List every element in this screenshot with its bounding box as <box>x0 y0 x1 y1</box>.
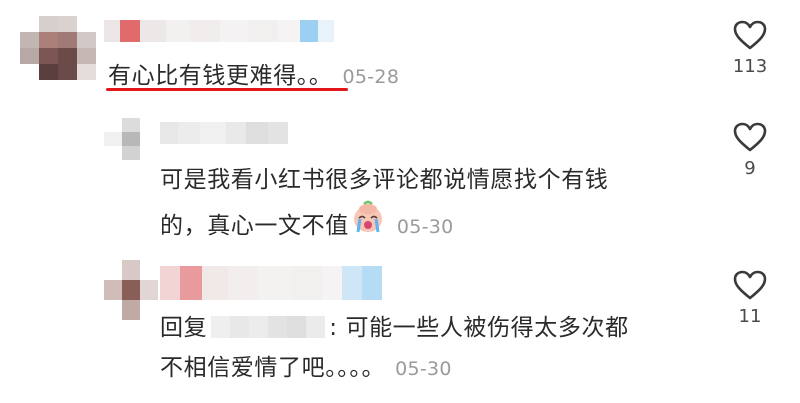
username[interactable] <box>160 122 288 144</box>
mentioned-user[interactable] <box>211 315 326 338</box>
crying-face-emoji-icon <box>351 200 385 247</box>
comment-line-2: 不相信爱情了吧。。。。 05-30 <box>160 348 629 389</box>
avatar[interactable] <box>20 16 96 80</box>
heart-icon <box>733 270 767 300</box>
comment-line: 不相信爱情了吧。。。。 <box>160 355 386 381</box>
comment-body: 有心比有钱更难得。。 <box>108 63 333 89</box>
username[interactable] <box>160 266 382 300</box>
reply-body: : 可能一些人被伤得太多次都 <box>329 315 629 341</box>
reply-line: 回复 : 可能一些人被伤得太多次都 <box>160 308 629 348</box>
like-count: 9 <box>744 158 756 179</box>
like-button[interactable]: 9 <box>720 122 780 179</box>
comment-text: 可是我看小红书很多评论都说情愿找个有钱 的，真心一文不值 05-30 <box>160 160 608 253</box>
heart-icon <box>733 122 767 152</box>
heart-icon <box>733 20 767 50</box>
comment-date: 05-30 <box>395 358 452 380</box>
like-count: 11 <box>738 306 762 327</box>
avatar[interactable] <box>104 260 158 320</box>
red-underline <box>106 88 348 91</box>
username[interactable] <box>104 20 334 42</box>
comment-line: 可是我看小红书很多评论都说情愿找个有钱 <box>160 167 609 193</box>
like-count: 113 <box>732 56 768 77</box>
like-button[interactable]: 113 <box>720 20 780 77</box>
avatar[interactable] <box>104 118 158 160</box>
comment-text: 回复 : 可能一些人被伤得太多次都 不相信爱情了吧。。。。 05-30 <box>160 308 629 389</box>
comment-line: 的，真心一文不值 <box>160 213 349 239</box>
comment-line-2: 的，真心一文不值 05-30 <box>160 200 608 253</box>
comment-date: 05-28 <box>342 66 400 88</box>
comment-date: 05-30 <box>396 216 454 238</box>
reply-prefix: 回复 <box>160 315 208 341</box>
like-button[interactable]: 11 <box>720 270 780 327</box>
